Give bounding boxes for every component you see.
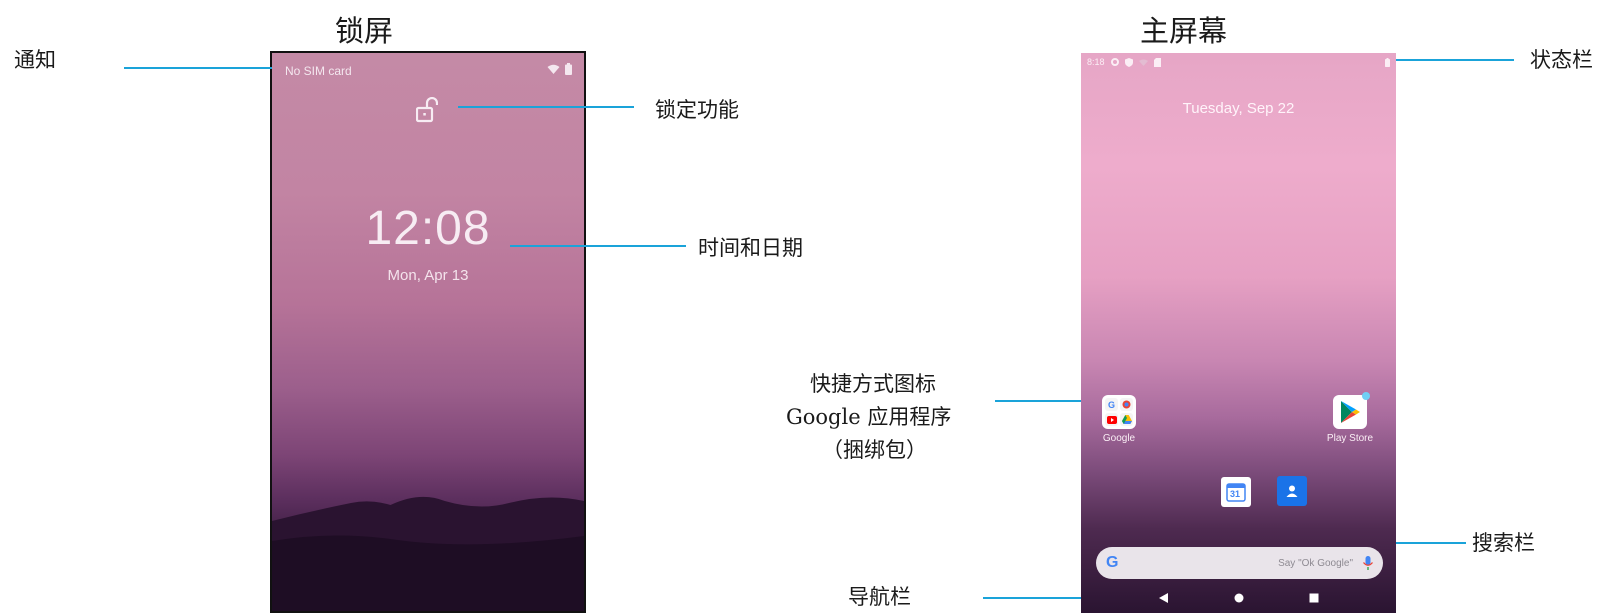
lock-feature-callout-line (458, 106, 634, 108)
google-logo: G (1106, 554, 1119, 571)
search-placeholder: Say "Ok Google" (1278, 557, 1353, 569)
play-store-icon (1333, 392, 1370, 429)
sd-card-icon (1153, 57, 1161, 67)
play-store-label: Play Store (1326, 433, 1374, 444)
lock-open-icon[interactable] (416, 97, 438, 123)
shortcut-callout-line3: （捆绑包） (822, 438, 927, 462)
shortcut-callout-line2: Google 应用程序 (786, 405, 952, 429)
wifi-icon (547, 64, 560, 74)
status-bar-callout-line (1396, 59, 1514, 61)
home-icon[interactable] (1234, 593, 1244, 603)
shortcut-callout-line1: 快捷方式图标 (810, 372, 936, 396)
mic-icon[interactable] (1363, 556, 1373, 570)
google-folder[interactable]: G Google (1084, 395, 1154, 444)
play-store-app[interactable]: Play Store (1315, 392, 1385, 444)
notification-dot (1362, 392, 1370, 400)
time-date-callout: 时间和日期 (698, 236, 803, 260)
search-bar-callout-line (1396, 542, 1466, 544)
lock-clock: 12:08 (365, 202, 491, 255)
status-bar-callout: 状态栏 (1530, 48, 1593, 72)
navigation-bar (1081, 583, 1396, 613)
back-icon[interactable] (1158, 593, 1169, 603)
home-screen-phone: 8:18 Tuesday, Sep 22 G Google Play Store… (1081, 53, 1396, 613)
battery-icon (1385, 57, 1390, 67)
search-bar[interactable]: G Say "Ok Google" (1096, 547, 1383, 579)
notification-callout-line (124, 67, 272, 69)
lock-date: Mon, Apr 13 (387, 267, 469, 284)
google-folder-label: Google (1102, 433, 1136, 444)
carrier-status: No SIM card (285, 64, 352, 78)
lock-screen-title: 锁屏 (335, 14, 394, 48)
lock-feature-callout: 锁定功能 (655, 98, 739, 122)
battery-icon (565, 63, 572, 75)
status-time: 8:18 (1087, 57, 1105, 67)
calendar-icon[interactable]: 31 (1221, 477, 1251, 507)
wifi-off-icon (1138, 59, 1148, 66)
google-folder-icon: G (1102, 395, 1136, 429)
nav-bar-callout: 导航栏 (848, 585, 911, 609)
notification-callout: 通知 (14, 48, 56, 72)
lock-screen-phone: No SIM card 12:08 Mon, Apr 13 (270, 51, 586, 613)
mountain-wallpaper (272, 496, 584, 611)
home-date: Tuesday, Sep 22 (1182, 100, 1295, 117)
recents-icon[interactable] (1309, 593, 1319, 603)
search-bar-callout: 搜索栏 (1472, 531, 1535, 555)
nav-bar-callout-line (983, 597, 1081, 599)
home-screen-title: 主屏幕 (1140, 14, 1228, 48)
calendar-day: 31 (1230, 489, 1241, 499)
settings-notification-icon (1110, 58, 1119, 66)
time-date-callout-line (510, 245, 686, 247)
shortcut-callout-pointer (995, 400, 1081, 402)
status-bar: 8:18 (1081, 53, 1396, 71)
contacts-icon[interactable] (1277, 476, 1307, 506)
shield-icon (1124, 57, 1133, 67)
lock-status-icons (547, 63, 572, 75)
